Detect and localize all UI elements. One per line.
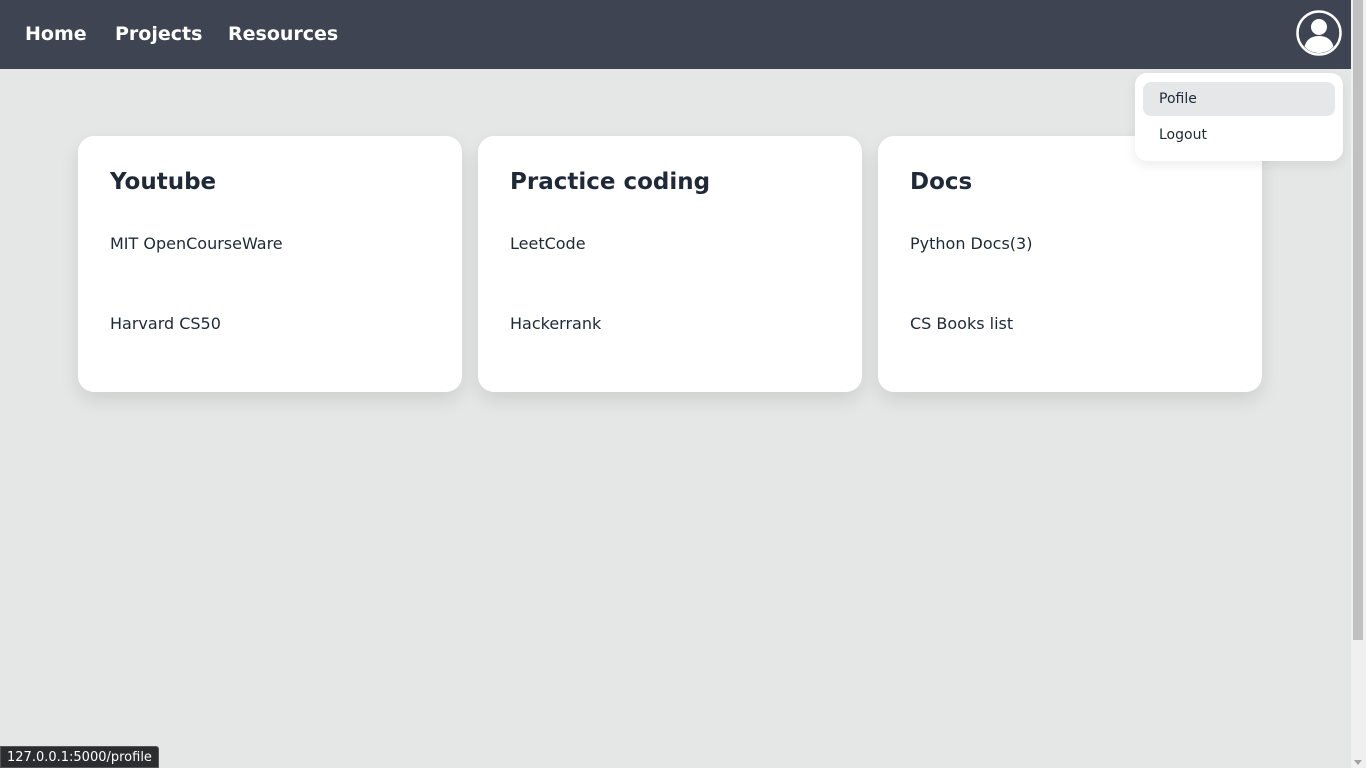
link-preview-status-bar: 127.0.0.1:5000/profile [0, 746, 159, 768]
user-circle-icon[interactable] [1296, 10, 1342, 56]
nav-resources-link[interactable]: Resources [228, 23, 338, 45]
resource-card-docs: Docs Python Docs(3) CS Books list [878, 136, 1262, 392]
card-title: Practice coding [510, 169, 711, 195]
card-link-cs-books-list[interactable]: CS Books list [910, 314, 1013, 333]
dropdown-item-profile[interactable]: Pofile [1143, 82, 1335, 116]
vertical-scrollbar[interactable] [1351, 0, 1366, 768]
card-link-harvard-cs50[interactable]: Harvard CS50 [110, 314, 221, 333]
card-title: Youtube [110, 169, 217, 195]
resource-card-youtube: Youtube MIT OpenCourseWare Harvard CS50 [78, 136, 462, 392]
card-link-python-docs[interactable]: Python Docs(3) [910, 234, 1032, 253]
card-link-leetcode[interactable]: LeetCode [510, 234, 586, 253]
user-dropdown-menu: Pofile Logout [1135, 73, 1343, 161]
scroll-down-arrow-icon[interactable] [1354, 760, 1362, 765]
nav-projects-link[interactable]: Projects [115, 23, 202, 45]
nav-home-link[interactable]: Home [25, 23, 87, 45]
scrollbar-thumb[interactable] [1353, 0, 1363, 640]
resource-card-practice-coding: Practice coding LeetCode Hackerrank [478, 136, 862, 392]
card-link-hackerrank[interactable]: Hackerrank [510, 314, 601, 333]
page: Home Projects Resources Pofile Logout Yo… [0, 0, 1366, 768]
dropdown-item-logout[interactable]: Logout [1143, 118, 1335, 152]
top-navbar: Home Projects Resources [0, 0, 1351, 69]
card-link-mit-opencourseware[interactable]: MIT OpenCourseWare [110, 234, 283, 253]
card-title: Docs [910, 169, 973, 195]
